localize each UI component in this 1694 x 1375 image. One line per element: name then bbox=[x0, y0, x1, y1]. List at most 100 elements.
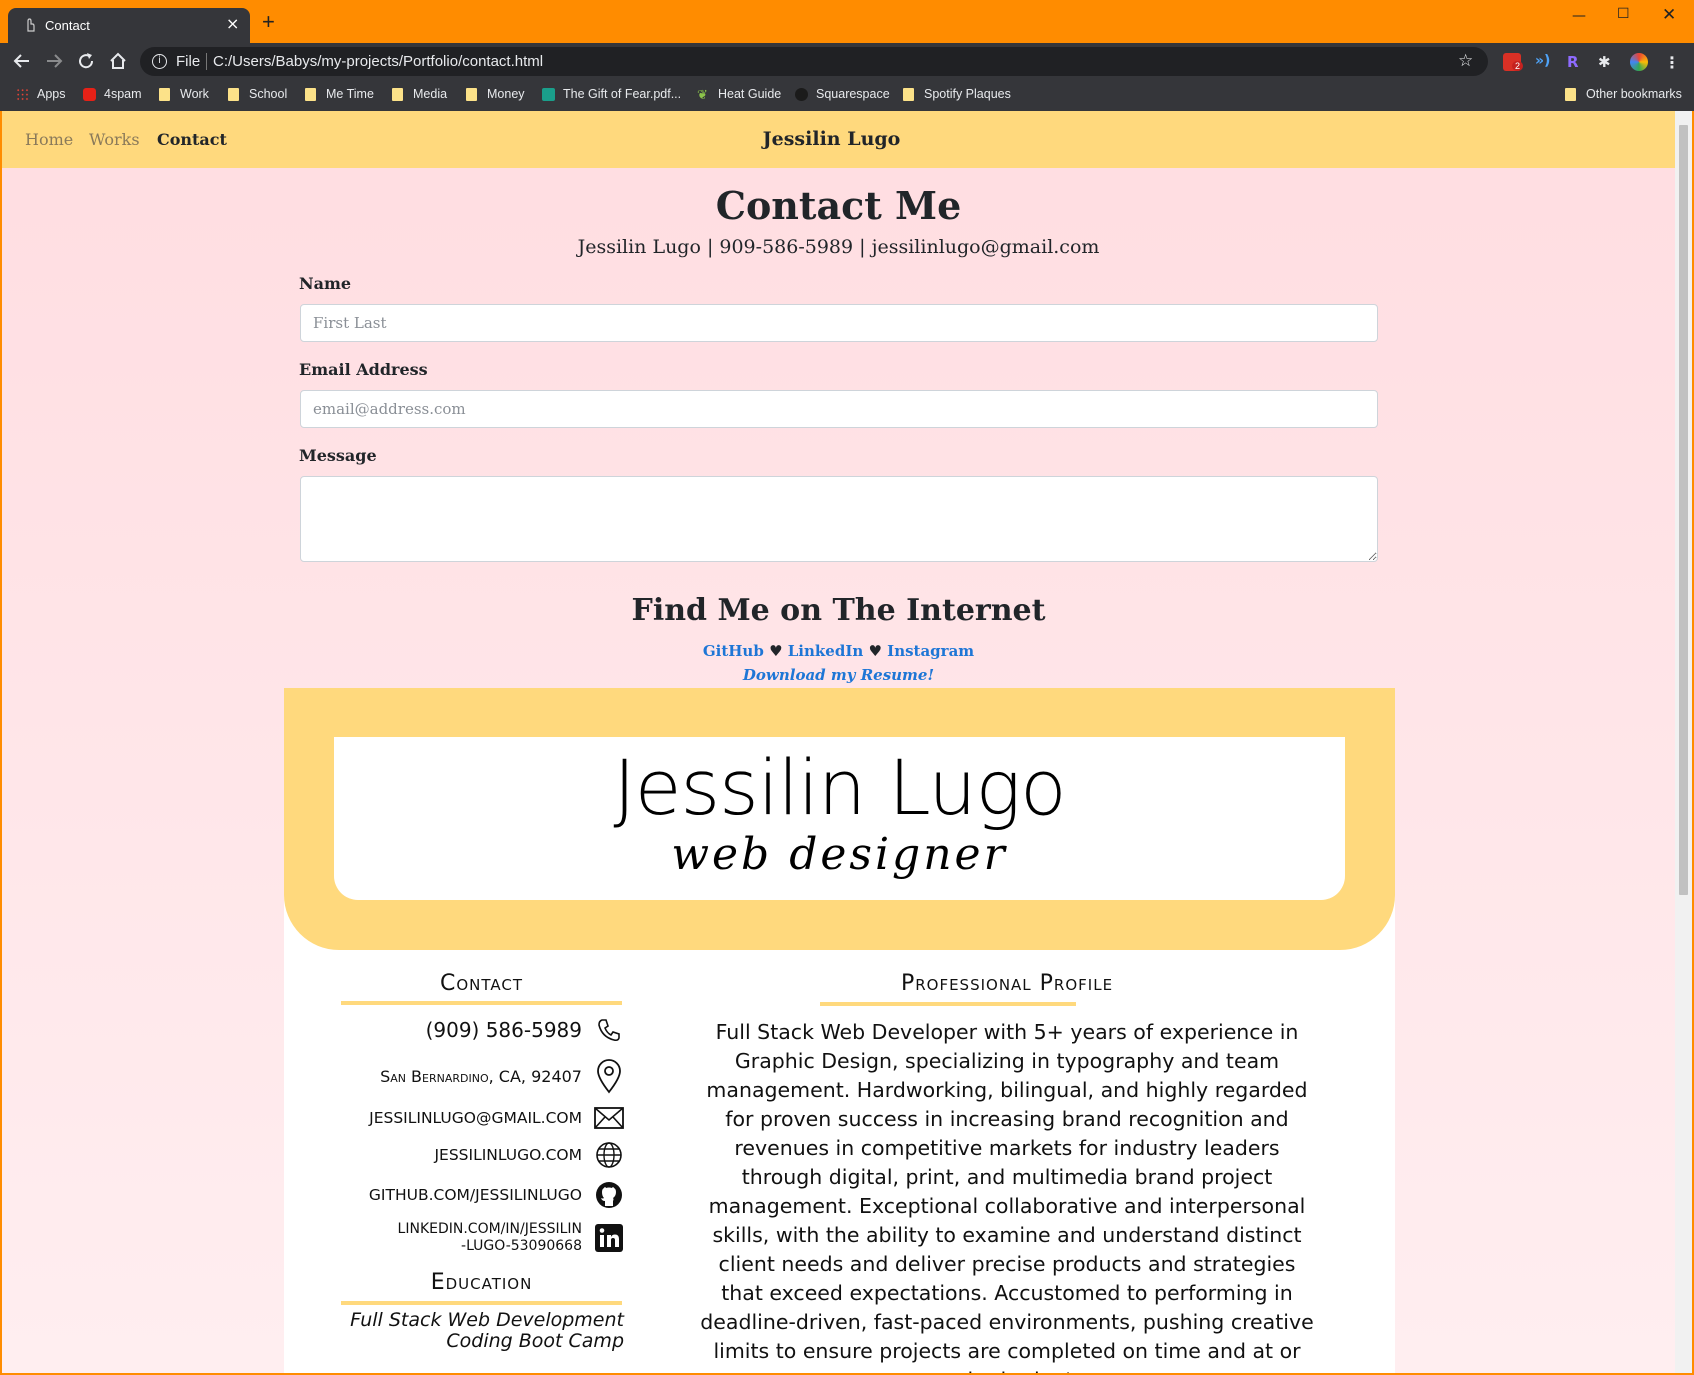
resume-linkedin: LINKEDIN.COM/IN/JESSILIN -LUGO-53090668 bbox=[398, 1221, 582, 1255]
bookmark-media[interactable]: Media bbox=[392, 87, 447, 101]
resume-linkedin-line-2: -LUGO-53090668 bbox=[461, 1238, 582, 1254]
folder-icon bbox=[466, 87, 477, 101]
site-navbar: Home Works Contact Jessilin Lugo bbox=[2, 111, 1675, 168]
bookmark-money[interactable]: Money bbox=[466, 87, 525, 101]
bookmark-label: School bbox=[249, 87, 288, 101]
contact-info-line: Jessilin Lugo | 909-586-5989 | jessilinl… bbox=[577, 236, 1100, 258]
bookmark-label: Spotify Plaques bbox=[924, 87, 1011, 101]
menu-kebab-icon[interactable]: ⋮ bbox=[1664, 53, 1682, 72]
resume-profile-text: Full Stack Web Developer with 5+ years o… bbox=[700, 1020, 1314, 1373]
profile-avatar-icon[interactable] bbox=[1630, 53, 1648, 71]
bookmark-label: 4spam bbox=[104, 87, 142, 101]
document-icon bbox=[542, 87, 555, 101]
linkedin-link[interactable]: LinkedIn bbox=[788, 642, 864, 660]
envelope-icon bbox=[594, 1103, 624, 1133]
address-bar[interactable]: i File C:/Users/Babys/my-projects/Portfo… bbox=[140, 47, 1488, 76]
heart-separator: ♥ bbox=[868, 642, 882, 660]
location-pin-icon bbox=[594, 1058, 624, 1094]
folder-icon bbox=[1565, 87, 1576, 101]
instagram-link[interactable]: Instagram bbox=[887, 642, 974, 660]
bookmark-gift-of-fear[interactable]: The Gift of Fear.pdf... bbox=[542, 87, 681, 101]
gmail-badge: 2 bbox=[1512, 61, 1524, 71]
new-tab-button[interactable]: + bbox=[262, 11, 275, 33]
resume-phone-row: (909) 586-5989 bbox=[426, 1015, 624, 1045]
gmail-extension-icon[interactable]: 2 bbox=[1503, 53, 1524, 71]
url-protocol: File bbox=[176, 53, 201, 70]
resume-contact-heading: Contact bbox=[439, 971, 524, 996]
resume-linkedin-row: LINKEDIN.COM/IN/JESSILIN -LUGO-53090668 bbox=[398, 1221, 624, 1255]
resume-linkedin-line-1: LINKEDIN.COM/IN/JESSILIN bbox=[397, 1221, 582, 1237]
bookmark-school[interactable]: School bbox=[228, 87, 287, 101]
maximize-icon[interactable]: ☐ bbox=[1617, 6, 1630, 22]
bookmark-me-time[interactable]: Me Time bbox=[305, 87, 374, 101]
resume-education-heading: Education bbox=[430, 1270, 533, 1295]
folder-icon bbox=[159, 87, 170, 101]
phone-icon bbox=[594, 1015, 624, 1045]
resume-profile-heading: Professional Profile bbox=[900, 971, 1114, 996]
bookmarks-bar: Apps 4spam Work School Me Time Media Mon… bbox=[0, 79, 1694, 111]
youtube-icon bbox=[83, 87, 96, 101]
forward-icon[interactable] bbox=[44, 51, 64, 71]
folder-icon bbox=[228, 87, 239, 101]
bookmark-star-icon[interactable]: ☆ bbox=[1458, 51, 1473, 71]
message-label: Message bbox=[299, 446, 377, 465]
site-brand[interactable]: Jessilin Lugo bbox=[2, 128, 1661, 150]
bookmark-heat-guide[interactable]: ❦ Heat Guide bbox=[697, 87, 781, 101]
page-favicon-icon bbox=[27, 18, 35, 32]
resume-contact-column: Contact (909) 586-5989 San Bernardino, C… bbox=[339, 688, 624, 1373]
message-textarea[interactable] bbox=[300, 476, 1378, 562]
linkedin-icon bbox=[594, 1223, 624, 1253]
bookmark-label: Other bookmarks bbox=[1586, 87, 1682, 101]
email-input[interactable] bbox=[300, 390, 1378, 428]
bookmark-label: Work bbox=[180, 87, 209, 101]
bookmark-label: Squarespace bbox=[816, 87, 890, 101]
bookmark-apps[interactable]: Apps bbox=[16, 87, 66, 101]
site-info-icon[interactable]: i bbox=[152, 54, 167, 69]
back-icon[interactable] bbox=[12, 51, 32, 71]
bookmark-other[interactable]: Other bookmarks bbox=[1565, 87, 1682, 101]
bookmark-work[interactable]: Work bbox=[159, 87, 209, 101]
home-icon[interactable] bbox=[108, 51, 128, 71]
folder-icon bbox=[392, 87, 403, 101]
resume-edu-line-2: Coding Boot Camp bbox=[446, 1330, 624, 1352]
github-icon bbox=[594, 1180, 624, 1210]
minimize-icon[interactable]: — bbox=[1572, 8, 1586, 24]
scrollbar-thumb[interactable] bbox=[1679, 125, 1688, 895]
page-scrollbar[interactable] bbox=[1675, 111, 1692, 1373]
browser-tab[interactable]: Contact × bbox=[8, 8, 250, 43]
bookmark-label: Apps bbox=[37, 87, 66, 101]
url-text[interactable]: C:/Users/Babys/my-projects/Portfolio/con… bbox=[213, 53, 543, 70]
bookmark-label: Money bbox=[487, 87, 525, 101]
resume-edu-line-1: Full Stack Web Development bbox=[350, 1309, 624, 1331]
bookmark-label: Media bbox=[413, 87, 448, 101]
bookmark-spotify-plaques[interactable]: Spotify Plaques bbox=[903, 87, 1011, 101]
apps-grid-icon bbox=[16, 87, 29, 101]
resume-website: JESSILINLUGO.COM bbox=[434, 1146, 582, 1164]
name-input[interactable] bbox=[300, 304, 1378, 342]
close-window-icon[interactable]: ✕ bbox=[1662, 5, 1676, 25]
heart-separator: ♥ bbox=[769, 642, 783, 660]
download-resume-link[interactable]: Download my Resume! bbox=[2, 666, 1675, 684]
bookmark-4spam[interactable]: 4spam bbox=[83, 87, 142, 101]
wifi-extension-icon[interactable]: ») bbox=[1535, 53, 1553, 71]
squarespace-icon bbox=[795, 87, 808, 101]
resume-location-row: San Bernardino, CA, 92407 bbox=[380, 1058, 624, 1094]
resume-website-row: JESSILINLUGO.COM bbox=[434, 1140, 624, 1170]
resume-github-row: GITHUB.COM/JESSILINLUGO bbox=[369, 1180, 624, 1210]
resume-phone: (909) 586-5989 bbox=[425, 1018, 582, 1042]
bookmark-label: The Gift of Fear.pdf... bbox=[563, 87, 682, 101]
bookmark-squarespace[interactable]: Squarespace bbox=[795, 87, 890, 101]
email-label: Email Address bbox=[299, 360, 428, 379]
heading-underline bbox=[341, 1001, 622, 1005]
reload-icon[interactable] bbox=[76, 51, 96, 71]
extensions-puzzle-icon[interactable]: ✱ bbox=[1598, 53, 1616, 71]
bookmark-label: Me Time bbox=[326, 87, 374, 101]
tab-close-icon[interactable]: × bbox=[226, 14, 239, 33]
github-link[interactable]: GitHub bbox=[703, 642, 764, 660]
resume-email-row: JESSILINLUGO@GMAIL.COM bbox=[369, 1103, 624, 1133]
r-extension-icon[interactable]: R bbox=[1567, 53, 1585, 71]
folder-icon bbox=[903, 87, 914, 101]
page-viewport: Home Works Contact Jessilin Lugo Contact… bbox=[2, 111, 1675, 1373]
heading-underline bbox=[820, 1002, 1076, 1006]
url-divider bbox=[206, 53, 207, 70]
